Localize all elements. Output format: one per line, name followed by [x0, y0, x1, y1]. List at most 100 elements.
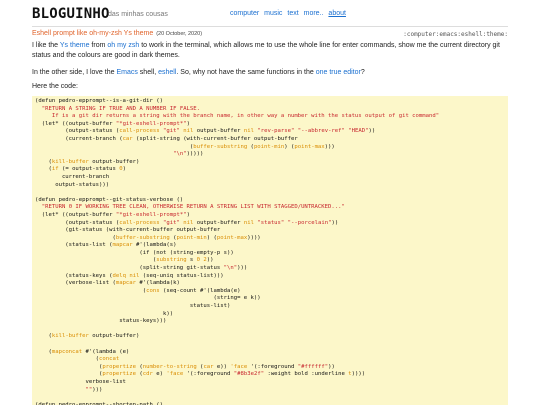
code-keyword: nil — [183, 219, 194, 226]
code-token: )))) — [351, 371, 366, 378]
code-token: ( — [35, 166, 52, 173]
code-token: e) — [152, 371, 167, 378]
code-token: ))) — [92, 386, 103, 393]
code-keyword: nil — [183, 128, 194, 135]
site-logo[interactable]: BLOGUINHO — [32, 6, 110, 22]
code-token: ) ( — [284, 143, 295, 150]
code-line: (cons (seq-count #'(lambda(e) — [35, 287, 241, 294]
code-line: status-keys))) — [35, 318, 166, 324]
site-header: BLOGUINHO das minhas cousas computer mus… — [32, 6, 508, 27]
code-keyword: nil — [243, 128, 254, 135]
intro-text: ? — [360, 69, 365, 76]
code-token: (status-list ( — [35, 242, 113, 249]
code-line: (verbose-list (mapcar #'(lambda(k) — [35, 280, 180, 286]
code-string: "#8b3e2f" — [233, 371, 265, 378]
code-token: verbose-list — [35, 378, 126, 385]
code-string: "#ffffff" — [297, 363, 329, 370]
code-token: (defun pedro-epprompt--git-status-verbos… — [35, 196, 184, 203]
code-line: (kill-buffer output-buffer) — [35, 333, 139, 339]
code-keyword: mapcar — [112, 242, 133, 249]
code-string: "RETURN A STRING IF TRUE AND A NUMBER IF… — [41, 105, 201, 112]
code-token: #'(lambda(s) — [132, 242, 177, 249]
code-keyword: delq — [112, 272, 126, 279]
link-emacs[interactable]: Emacs — [116, 69, 137, 76]
code-line: (propertize (number-to-string (car e)) '… — [35, 364, 335, 370]
code-token: (seq-count #'(lambda(e) — [159, 287, 241, 294]
code-keyword: point-min — [253, 143, 285, 150]
link-eshell[interactable]: eshell — [158, 69, 176, 76]
link-ys-theme[interactable]: Ys theme — [60, 42, 90, 49]
intro-text: I like the — [32, 42, 60, 49]
code-token: ( — [35, 158, 52, 165]
code-token: s — [186, 257, 197, 264]
code-token: (= output-status — [58, 166, 120, 173]
intro-paragraph-1: I like the Ys theme from oh my zsh to wo… — [32, 41, 508, 60]
post-title: Eshell prompt like oh-my-zsh Ys theme — [32, 30, 154, 37]
code-string: "\n" — [223, 265, 238, 272]
code-token: output-status))) — [35, 181, 110, 188]
code-keyword: propertize — [102, 363, 137, 370]
code-token: ( — [35, 333, 52, 340]
code-line: (if (not (string-empty-p s)) — [35, 250, 233, 256]
link-one-true-editor[interactable]: one true editor — [316, 69, 361, 76]
code-line: (output-status (call-process "git" nil o… — [35, 128, 375, 134]
code-keyword: nil — [129, 272, 140, 279]
code-token: ))))) — [186, 151, 204, 158]
code-keyword: kill-buffer — [51, 333, 89, 340]
code-keyword: propertize — [102, 371, 137, 378]
nav-link-computer[interactable]: computer — [230, 10, 259, 17]
code-token: ) — [122, 166, 126, 173]
code-string: "*git-eshell-prompt*" — [115, 120, 187, 127]
code-line: (status-list (mapcar #'(lambda(s) — [35, 242, 176, 248]
code-keyword: if — [51, 166, 59, 173]
code-keyword: concat — [99, 356, 120, 363]
code-keyword: cons — [146, 287, 160, 294]
page: BLOGUINHO das minhas cousas computer mus… — [0, 0, 540, 405]
code-token: #'(lambda (e) — [82, 348, 130, 355]
code-keyword: substring — [156, 257, 187, 264]
code-line: current-branch — [35, 174, 109, 180]
code-string: "git" — [163, 128, 180, 135]
code-line: status-list) — [35, 303, 230, 309]
code-keyword: point-max — [294, 143, 325, 150]
code-line: output-status))) — [35, 182, 109, 188]
code-token: )) — [331, 219, 339, 226]
code-string: "--abbrev-ref" — [297, 128, 345, 135]
link-oh-my-zsh[interactable]: oh my zsh — [107, 42, 139, 49]
code-line: (buffer-substring (point-min) (point-max… — [35, 234, 261, 241]
code-token: ( — [35, 356, 99, 363]
code-token: k)) — [35, 310, 174, 317]
code-line: "\n"))))) — [35, 151, 203, 157]
code-block[interactable]: (defun pedro-epprompt--is-a-git-dir () "… — [32, 96, 508, 405]
code-token: '(:foreground — [247, 363, 298, 370]
nav-link-text[interactable]: text — [287, 10, 298, 17]
code-line: (split-string git-status "\n"))) — [35, 265, 247, 271]
code-token: output-buffer — [193, 219, 244, 226]
code-keyword: point-min — [176, 234, 207, 241]
code-token: ) — [186, 120, 190, 127]
nav-link-more[interactable]: more.. — [304, 10, 324, 17]
intro-paragraph-3: Here the code: — [32, 83, 78, 90]
code-token: )))) — [247, 234, 261, 241]
code-string: "git" — [163, 219, 180, 226]
code-token: (output-status ( — [35, 219, 120, 226]
post-tags: :computer:emacs:eshell:theme: — [403, 31, 508, 38]
code-string: "\n" — [173, 151, 187, 158]
code-token: ( — [136, 371, 143, 378]
nav-link-about[interactable]: about — [328, 10, 346, 17]
site-tagline: das minhas cousas — [108, 11, 168, 18]
nav-link-music[interactable]: music — [264, 10, 282, 17]
code-token: (let* ((output-buffer — [35, 120, 116, 127]
code-token: (current-branch ( — [35, 135, 123, 142]
code-token: ( — [136, 363, 143, 370]
code-keyword: nil — [243, 219, 254, 226]
code-token: ( — [35, 234, 116, 241]
code-text[interactable]: (defun pedro-epprompt--is-a-git-dir () "… — [32, 96, 508, 405]
code-line: k)) — [35, 311, 173, 317]
code-string: "status" — [257, 219, 285, 226]
code-token: e)) — [213, 363, 231, 370]
code-token: (seq-uniq status-list))) — [139, 272, 224, 279]
code-keyword: cdr — [142, 371, 153, 378]
